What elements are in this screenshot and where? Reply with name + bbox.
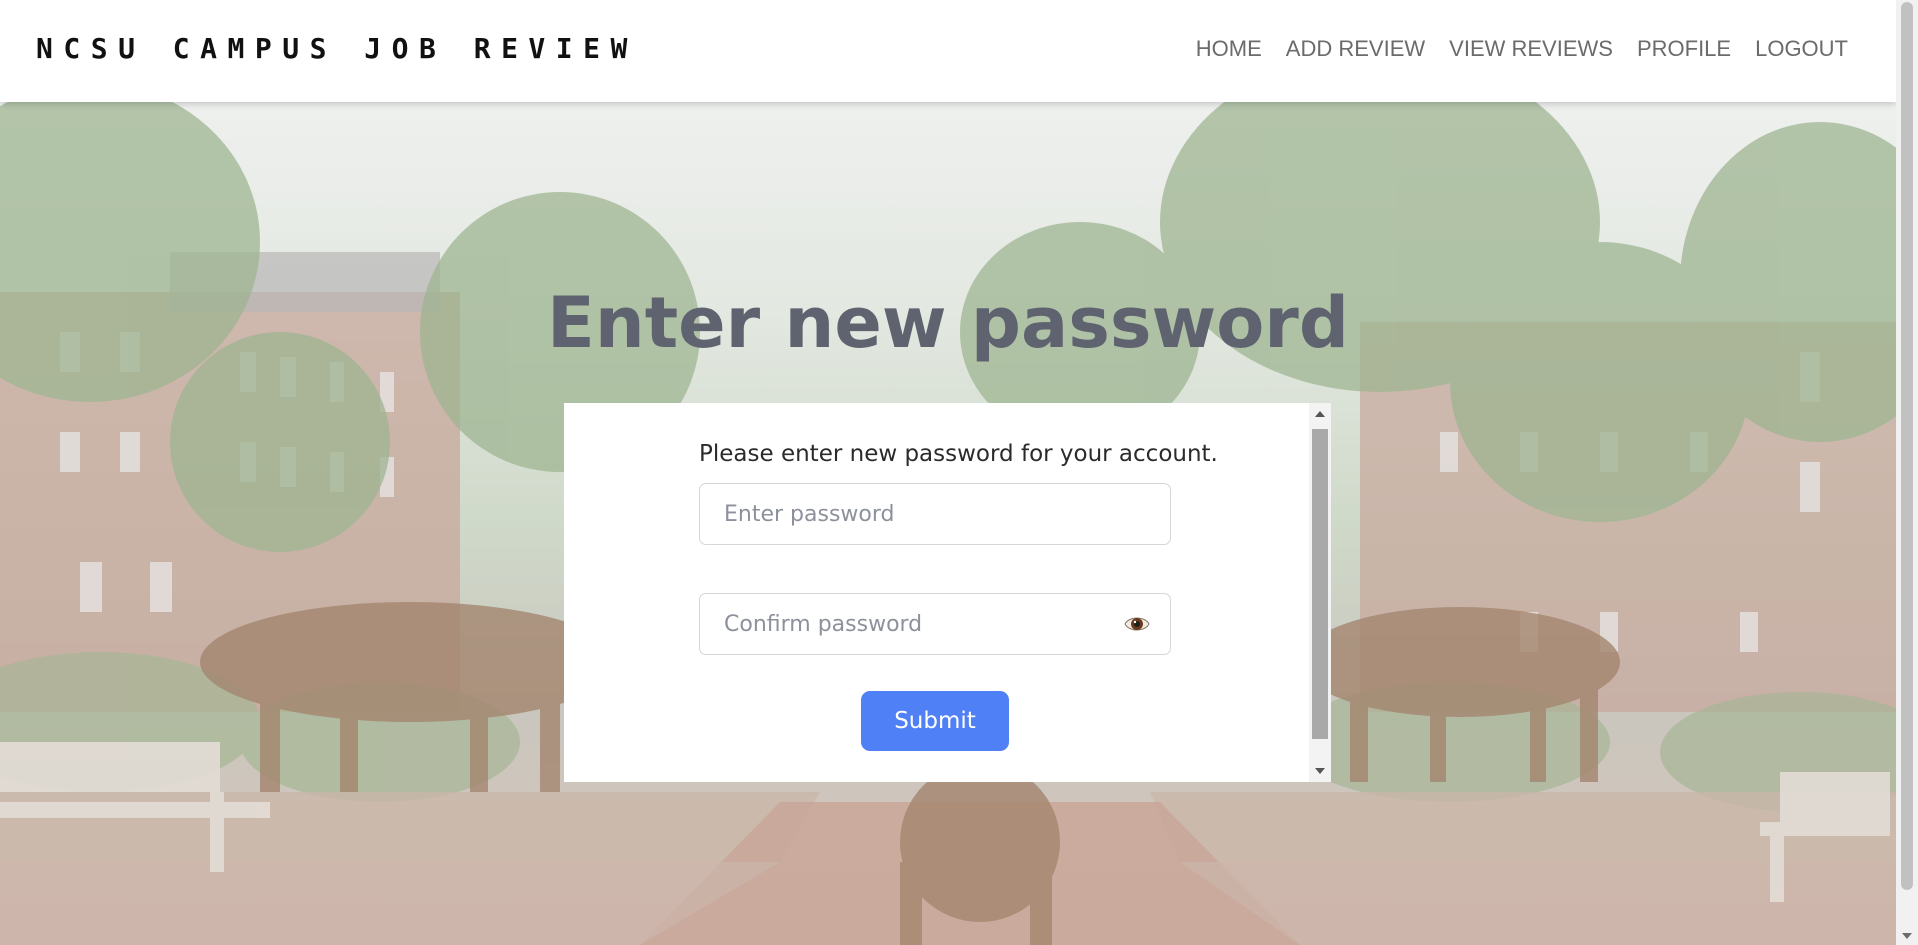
scroll-up-arrow-icon[interactable] — [1315, 411, 1325, 417]
nav-home[interactable]: HOME — [1196, 36, 1262, 62]
scroll-down-arrow-icon[interactable] — [1315, 768, 1325, 774]
page-scrollbar[interactable] — [1896, 0, 1918, 945]
password-field — [699, 483, 1171, 545]
instruction-text: Please enter new password for your accou… — [699, 441, 1218, 467]
card-scrollbar-thumb[interactable] — [1312, 429, 1328, 739]
nav-logout[interactable]: LOGOUT — [1755, 36, 1848, 62]
nav-profile[interactable]: PROFILE — [1637, 36, 1731, 62]
card-scrollbar[interactable] — [1309, 403, 1331, 782]
navbar: NCSU CAMPUS JOB REVIEW HOME ADD REVIEW V… — [0, 0, 1896, 102]
nav-view-reviews[interactable]: VIEW REVIEWS — [1449, 36, 1613, 62]
page-title: Enter new password — [547, 282, 1349, 364]
nav-links: HOME ADD REVIEW VIEW REVIEWS PROFILE LOG… — [1196, 36, 1848, 62]
page-scrollbar-thumb[interactable] — [1901, 2, 1913, 890]
eye-icon[interactable] — [1124, 611, 1150, 637]
confirm-password-input[interactable] — [700, 594, 1170, 654]
submit-button[interactable]: Submit — [861, 691, 1009, 751]
scroll-down-arrow-icon[interactable] — [1902, 933, 1912, 939]
confirm-password-field — [699, 593, 1171, 655]
brand-logo[interactable]: NCSU CAMPUS JOB REVIEW — [36, 32, 638, 65]
password-input[interactable] — [700, 484, 1170, 544]
nav-add-review[interactable]: ADD REVIEW — [1286, 36, 1425, 62]
reset-password-card: Please enter new password for your accou… — [564, 403, 1331, 782]
